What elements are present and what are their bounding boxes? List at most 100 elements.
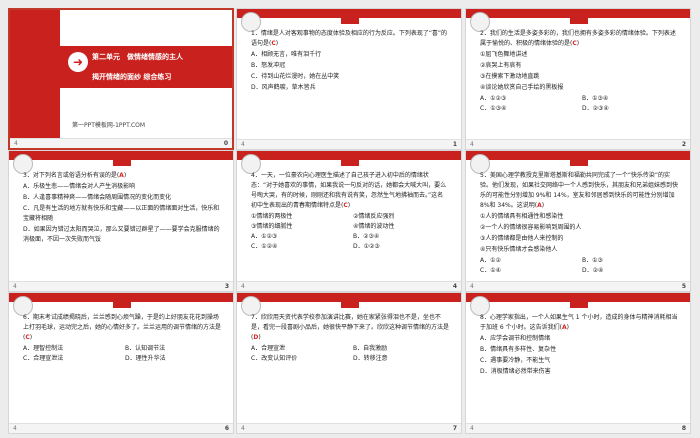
option-d: D．②④ — [582, 267, 604, 274]
statement-list: ①情绪的两极性 ②情绪反应强烈 ③情绪的细腻性 ④情绪的波动性 — [251, 212, 449, 232]
slide-header-tab — [570, 302, 588, 308]
option-b: B．①③④ — [582, 95, 609, 102]
slide-question: 7．欣欣用天资代表学校参加演讲比赛，她在家紧张得泪也不是，坐也不是，看完一段喜剧… — [251, 313, 449, 364]
slide-footer-mark: 4 — [470, 283, 474, 290]
slide-header-tab — [570, 160, 588, 166]
slide-header-bar — [9, 151, 233, 160]
slide-question: 4．一天，一位豪农向心理医生描述了自己孩子进入初中后的情绪状态：“对于她喜欢的事… — [251, 171, 449, 252]
slide-thumbnail-grid: ➜ 第二单元 做情绪情感的主人 揭开情绪的面纱 综合练习 第一PPT模板网-1P… — [0, 0, 700, 438]
option-a: A．应学会调节和控制情绪 — [480, 335, 551, 342]
statement-3: ③情绪的细腻性 — [251, 223, 293, 230]
slide-site-credit: 第一PPT模板网-1PPT.COM — [72, 122, 146, 129]
slide-footer-mark: 4 — [470, 425, 474, 432]
option-b: B．②③④ — [353, 233, 380, 240]
slide-footer-mark: 4 — [13, 283, 17, 290]
slide-footer: 4 6 — [9, 423, 233, 433]
option-d: D．如果因为错过太阳而哭泣，那么又要错过群星了——要学会克服情绪的消极面，不因一… — [23, 226, 220, 243]
option-a: A．乐极生悲——情绪会对人产生消极影响 — [23, 183, 136, 190]
option-d: D．①②③ — [353, 243, 380, 250]
slide-question: 5．美国心理学教授克里斯塔基斯和福勒共同完成了一个“快乐传染”的实验。他们发现，… — [480, 171, 678, 276]
slide-footer: 4 8 — [466, 423, 690, 433]
statement-2: ②哀哭上有哀有 — [480, 62, 522, 69]
slide-header-tab — [113, 160, 131, 166]
slide-footer: 4 0 — [10, 138, 232, 148]
option-b: B．情绪具有多样性、复杂性 — [480, 346, 557, 353]
option-b: B．人逢喜事精神爽——情绪会随周围情况的变化而变化 — [23, 194, 172, 201]
slide-footer-mark: 4 — [470, 141, 474, 148]
slide-number: 1 — [452, 141, 457, 148]
option-list: A．理智控制法 B．认知调节法 C．合理宣泄法 D．理性升华法 — [23, 344, 221, 364]
question-text: 5．美国心理学教授克里斯塔基斯和福勒共同完成了一个“快乐传染”的实验。他们发现，… — [480, 172, 679, 209]
slide-thumbnail-7[interactable]: 7．欣欣用天资代表学校参加演讲比赛，她在家紧张得泪也不是，坐也不是，看完一段喜剧… — [236, 292, 462, 434]
slide-footer: 4 2 — [466, 139, 690, 149]
option-a: A．①②③ — [480, 95, 507, 102]
option-c: C．遇事要冷静，不能生气 — [480, 357, 551, 364]
slide-header-tab — [113, 302, 131, 308]
slide-footer-mark: 4 — [13, 425, 17, 432]
slide-footer-mark: 4 — [241, 425, 245, 432]
slide-footer: 4 5 — [466, 281, 690, 291]
slide-header-bar — [466, 151, 690, 160]
slide-thumbnail-4[interactable]: 4．一天，一位豪农向心理医生描述了自己孩子进入初中后的情绪状态：“对于她喜欢的事… — [236, 150, 462, 292]
slide-footer-mark: 4 — [241, 283, 245, 290]
slide-header-bar — [9, 293, 233, 302]
slide-number: 5 — [681, 283, 686, 290]
question-text: 2．我们的生活是多姿多彩的，我们也拥有多姿多彩的情绪体验。下列表述属于愉悦的、积… — [480, 30, 676, 47]
slide-footer-mark: 4 — [241, 141, 245, 148]
slide-thumbnail-8[interactable]: 8．心理学家指出，一个人如果生气 1 个小时，造成的身体与精神消耗相当于加班 6… — [465, 292, 691, 434]
statement-2: ②一个人的情绪很容易影响到周围的人 — [480, 224, 582, 231]
option-list: A．①②③ B．①③④ C．①③④ D．②③④ — [480, 94, 678, 114]
question-text: 7．欣欣用天资代表学校参加演讲比赛，她在家紧张得泪也不是，坐也不是，看完一段喜剧… — [251, 314, 450, 341]
arrow-icon: ➜ — [68, 52, 88, 72]
option-b: B．怒发冲冠 — [251, 62, 286, 69]
slide-question: 8．心理学家指出，一个人如果生气 1 个小时，造成的身体与精神消耗相当于加班 6… — [480, 313, 678, 378]
question-text: 4．一天，一位豪农向心理医生描述了自己孩子进入初中后的情绪状态：“对于她喜欢的事… — [251, 172, 447, 209]
statement-4: ④只有快乐情绪才会感染他人 — [480, 246, 558, 253]
slide-thumbnail-6[interactable]: 6．期末考试成绩揭晓后，兰兰感到心烦气躁，于是约上好朋友花花到操场上打羽毛球，运… — [8, 292, 234, 434]
slide-question: 6．期末考试成绩揭晓后，兰兰感到心烦气躁，于是约上好朋友花花到操场上打羽毛球，运… — [23, 313, 221, 364]
question-text: 6．期末考试成绩揭晓后，兰兰感到心烦气躁，于是约上好朋友花花到操场上打羽毛球，运… — [23, 314, 222, 341]
statement-1: ①情绪的两极性 — [251, 213, 293, 220]
statement-4: ④情绪的波动性 — [353, 223, 395, 230]
slide-thumbnail-1[interactable]: 1．情绪是人对客观事物的态度体验及相应的行为反应。下列表现了“喜”的语句是(C)… — [236, 8, 462, 150]
slide-header-bar — [237, 9, 461, 18]
statement-4: ④谈论她欣赏自己手绘的黑板报 — [480, 84, 564, 91]
slide-thumbnail-5[interactable]: 5．美国心理学教授克里斯塔基斯和福勒共同完成了一个“快乐传染”的实验。他们发现，… — [465, 150, 691, 292]
slide-number: 0 — [223, 140, 228, 147]
slide-unit-title: 第二单元 做情绪情感的主人 — [92, 53, 183, 61]
slide-topic-title: 揭开情绪的面纱 综合练习 — [92, 73, 172, 81]
option-a: A．①②③ — [251, 233, 278, 240]
slide-footer: 4 3 — [9, 281, 233, 291]
option-list: A．①②③ B．②③④ C．①②④ D．①②③ — [251, 232, 449, 252]
slide-header-bar — [237, 293, 461, 302]
option-d: D．风声鹤唳，草木皆兵 — [251, 84, 316, 91]
slide-header-bar — [237, 151, 461, 160]
question-text: 8．心理学家指出，一个人如果生气 1 个小时，造成的身体与精神消耗相当于加班 6… — [480, 314, 678, 331]
slide-thumbnail-0[interactable]: ➜ 第二单元 做情绪情感的主人 揭开情绪的面纱 综合练习 第一PPT模板网-1P… — [8, 8, 234, 150]
option-c: C．合理宣泄法 — [23, 355, 64, 362]
slide-footer-mark: 4 — [14, 140, 18, 147]
option-c: C．①②④ — [251, 243, 278, 250]
option-list: A．①② B．①③ C．①④ D．②④ — [480, 256, 678, 276]
option-a: A．理智控制法 — [23, 345, 64, 352]
statement-1: ①人的情绪具有相通性和感染性 — [480, 213, 564, 220]
slide-number: 7 — [452, 425, 457, 432]
statement-2: ②情绪反应强烈 — [353, 213, 395, 220]
slide-header-tab — [570, 18, 588, 24]
option-b: B．认知调节法 — [125, 345, 166, 352]
slide-footer: 4 4 — [237, 281, 461, 291]
question-text: 1．情绪是人对客观事物的态度体验及相应的行为反应。下列表现了“喜”的语句是(C) — [251, 30, 448, 47]
option-d: D．②③④ — [582, 105, 609, 112]
option-c: C．待到山花烂漫时，她在丛中笑 — [251, 73, 340, 80]
option-d: D．转移注意 — [353, 355, 388, 362]
slide-thumbnail-2[interactable]: 2．我们的生活是多姿多彩的，我们也拥有多姿多彩的情绪体验。下列表述属于愉悦的、积… — [465, 8, 691, 150]
slide-header-bar — [466, 9, 690, 18]
slide-header-tab — [341, 18, 359, 24]
slide-number: 2 — [681, 141, 686, 148]
slide-number: 6 — [224, 425, 229, 432]
option-b: B．自我激励 — [353, 345, 388, 352]
slide-thumbnail-3[interactable]: 3．对下列名言或俗语分析有误的是(A) A．乐极生悲——情绪会对人产生消极影响 … — [8, 150, 234, 292]
slide-footer: 4 1 — [237, 139, 461, 149]
statement-3: ③在摸索下激动地直跳 — [480, 73, 540, 80]
slide-question: 1．情绪是人对客观事物的态度体验及相应的行为反应。下列表现了“喜”的语句是(C)… — [251, 29, 449, 94]
